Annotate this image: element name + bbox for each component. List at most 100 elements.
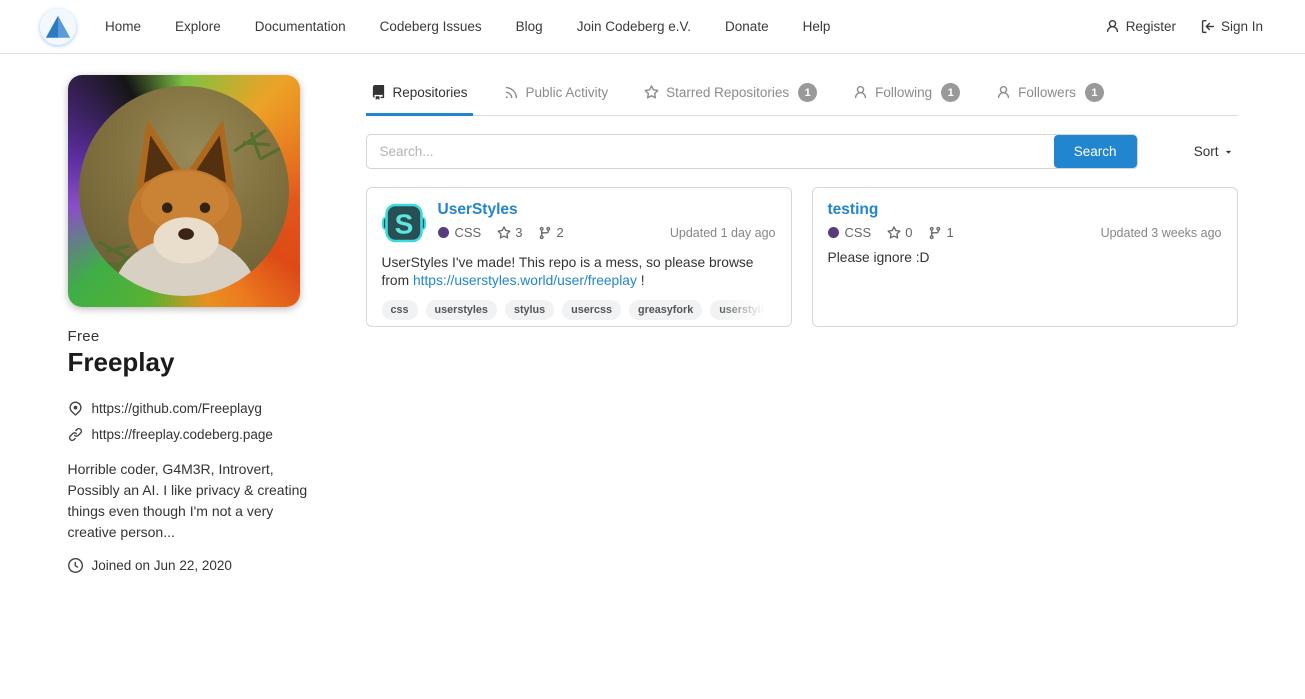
tab-label: Following <box>875 85 932 100</box>
search-input[interactable] <box>367 135 1054 168</box>
location-pin-icon <box>68 401 83 416</box>
repo-description-link[interactable]: https://userstyles.world/user/freeplay <box>413 273 637 288</box>
star-count: 0 <box>887 225 912 240</box>
language-dot <box>438 227 449 238</box>
main-nav: Home Explore Documentation Codeberg Issues B… <box>105 19 830 34</box>
topic-tag[interactable]: stylus <box>505 300 554 320</box>
tab-label: Public Activity <box>526 85 609 100</box>
updated-time: Updated 1 day ago <box>670 226 776 240</box>
updated-time: Updated 3 weeks ago <box>1101 226 1222 240</box>
nav-item-home[interactable]: Home <box>105 19 141 34</box>
page-content: Free Freeplay https://github.com/Freepla… <box>68 54 1238 573</box>
nav-item-join-codeberg-e-v[interactable]: Join Codeberg e.V. <box>577 19 691 34</box>
sign-in-link[interactable]: Sign In <box>1200 19 1263 34</box>
topic-tag[interactable]: userstyles <box>426 300 497 320</box>
repo-meta: CSS 3 2 Updated 1 day ago <box>438 225 776 240</box>
topic-tag[interactable]: css <box>382 300 418 320</box>
register-link[interactable]: Register <box>1105 19 1176 34</box>
profile-username: Freeplay <box>68 347 313 378</box>
topic-tag[interactable]: userstyle <box>710 300 775 320</box>
profile-tabs: Repositories Public Activity Starred Repos… <box>366 72 1238 116</box>
profile-location-row: https://github.com/Freeplayg <box>68 401 313 416</box>
profile-website-link[interactable]: https://freeplay.codeberg.page <box>92 427 273 442</box>
count-badge: 1 <box>941 83 960 102</box>
repo-icon <box>371 85 386 100</box>
profile-sidebar: Free Freeplay https://github.com/Freepla… <box>68 72 313 573</box>
fork-count-value: 2 <box>556 225 563 240</box>
nav-item-explore[interactable]: Explore <box>175 19 221 34</box>
repo-logo-icon: S <box>382 201 426 245</box>
git-branch-icon <box>928 226 942 240</box>
tab-following[interactable]: Following 1 <box>848 72 965 115</box>
sort-label: Sort <box>1194 144 1219 159</box>
profile-links: https://github.com/Freeplayg https://fre… <box>68 401 313 442</box>
topic-tag[interactable]: greasyfork <box>629 300 702 320</box>
fork-count: 2 <box>538 225 563 240</box>
nav-item-help[interactable]: Help <box>803 19 831 34</box>
tab-followers[interactable]: Followers1 <box>991 72 1109 115</box>
codeberg-logo[interactable] <box>40 9 76 45</box>
fox-avatar-image <box>79 86 289 296</box>
repo-description: UserStyles I've made! This repo is a mes… <box>382 254 776 291</box>
fox-illustration <box>79 86 289 296</box>
link-icon <box>68 427 83 442</box>
repo-description-suffix: ! <box>641 273 645 288</box>
profile-main: Repositories Public Activity Starred Repos… <box>366 72 1238 573</box>
repo-card: S UserStyles CSS 3 2 Updated 1 day ago <box>366 187 792 327</box>
fork-count-value: 1 <box>946 225 953 240</box>
search-button[interactable]: Search <box>1054 135 1137 168</box>
tab-label: Starred Repositories <box>666 85 789 100</box>
language-dot <box>828 227 839 238</box>
profile-bio: Horrible coder, G4M3R, Introvert, Possib… <box>68 459 313 543</box>
repo-link[interactable]: testing <box>828 201 879 219</box>
sign-in-label: Sign In <box>1221 19 1263 34</box>
person-icon <box>996 85 1011 100</box>
search-row: Search Sort <box>366 134 1238 169</box>
repo-head: testing CSS 0 1 Updated 3 weeks ago <box>828 201 1222 240</box>
repo-card-header: S UserStyles CSS 3 2 Updated 1 day ago <box>382 201 776 245</box>
count-badge: 1 <box>1085 83 1104 102</box>
tab-label: Repositories <box>393 85 468 100</box>
star-count: 3 <box>497 225 522 240</box>
joined-date-text: Joined on Jun 22, 2020 <box>92 558 232 573</box>
repo-card: testing CSS 0 1 Updated 3 weeks ago <box>812 187 1238 327</box>
star-icon <box>887 226 901 240</box>
clock-icon <box>68 558 83 573</box>
nav-item-blog[interactable]: Blog <box>516 19 543 34</box>
count-badge: 1 <box>798 83 817 102</box>
repo-list: S UserStyles CSS 3 2 Updated 1 day ago <box>366 187 1238 327</box>
sort-dropdown[interactable]: Sort <box>1194 144 1238 159</box>
git-branch-icon <box>538 226 552 240</box>
person-icon <box>853 85 868 100</box>
star-icon <box>497 226 511 240</box>
topic-tag[interactable]: usercss <box>562 300 621 320</box>
profile-full-name: Free <box>68 328 313 345</box>
nav-item-donate[interactable]: Donate <box>725 19 769 34</box>
tab-repositories[interactable]: Repositories <box>366 72 473 115</box>
repo-description-text: Please ignore :D <box>828 250 930 265</box>
tab-starred-repositories[interactable]: Starred Repositories 1 <box>639 72 822 115</box>
repo-description: Please ignore :D <box>828 249 1222 267</box>
caret-down-icon <box>1223 146 1234 157</box>
nav-item-documentation[interactable]: Documentation <box>255 19 346 34</box>
star-count-value: 3 <box>515 225 522 240</box>
profile-location-text: https://github.com/Freeplayg <box>92 401 262 416</box>
profile-joined-row: Joined on Jun 22, 2020 <box>68 558 313 573</box>
star-icon <box>644 85 659 100</box>
search-bar: Search <box>366 134 1138 169</box>
nav-auth: Register Sign In <box>1105 19 1263 34</box>
tab-public-activity[interactable]: Public Activity <box>499 72 614 115</box>
language-label: CSS <box>455 225 482 240</box>
top-navbar: Home Explore Documentation Codeberg Issues B… <box>0 0 1305 54</box>
fork-count: 1 <box>928 225 953 240</box>
register-label: Register <box>1126 19 1176 34</box>
repo-link[interactable]: UserStyles <box>438 201 518 219</box>
star-count-value: 0 <box>905 225 912 240</box>
repo-card-header: testing CSS 0 1 Updated 3 weeks ago <box>828 201 1222 240</box>
repo-meta: CSS 0 1 Updated 3 weeks ago <box>828 225 1222 240</box>
profile-website-row: https://freeplay.codeberg.page <box>68 427 313 442</box>
nav-item-codeberg-issues[interactable]: Codeberg Issues <box>380 19 482 34</box>
profile-avatar <box>68 75 300 307</box>
sign-in-icon <box>1200 19 1215 34</box>
topic-list: css userstyles stylus usercss greasyfork user… <box>382 300 776 322</box>
